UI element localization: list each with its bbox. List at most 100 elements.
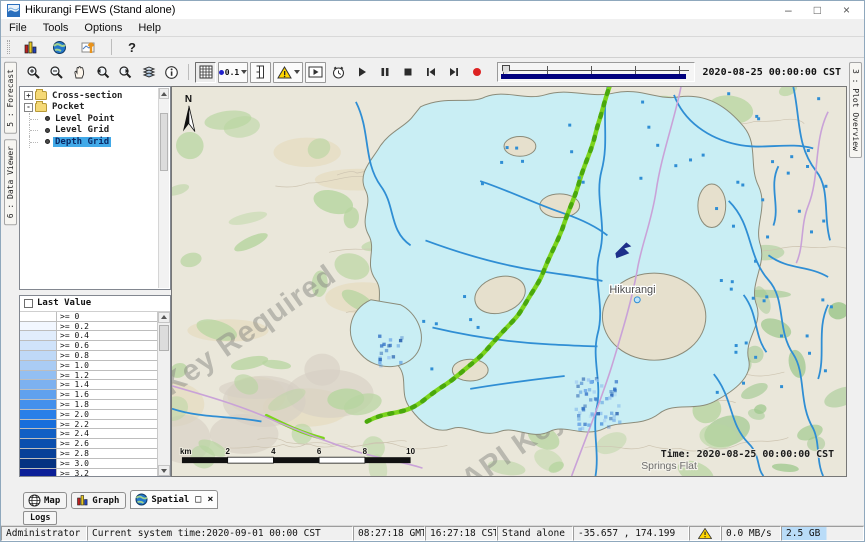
status-gmt-time: 08:27:18 GMT <box>353 526 425 541</box>
tree-item-level-grid[interactable]: Level Grid <box>22 125 170 137</box>
expand-icon[interactable]: + <box>24 91 33 100</box>
zoom-in-button[interactable] <box>23 62 44 83</box>
skip-to-start-button[interactable] <box>420 62 441 83</box>
tab-data-viewer[interactable]: 6 : Data Viewer <box>4 139 17 225</box>
zoom-out-button[interactable] <box>46 62 67 83</box>
last-value-checkbox[interactable] <box>24 299 33 308</box>
legend-row[interactable]: >= 2.2 <box>20 420 157 430</box>
map-canvas[interactable]: API Key Required API Key Required <box>172 87 846 476</box>
legend-color-swatch <box>20 459 56 468</box>
scale-tick-label: 8 <box>363 447 368 456</box>
scale-bar-toggle-button[interactable] <box>250 62 271 83</box>
tab-spatial[interactable]: Spatial □ × <box>130 490 218 509</box>
tree-scrollbar[interactable] <box>158 88 169 288</box>
animation-timer-button[interactable] <box>328 62 349 83</box>
menu-options[interactable]: Options <box>84 22 122 34</box>
tab-map[interactable]: Map <box>23 492 67 509</box>
player-box-icon <box>308 66 323 78</box>
play-button[interactable] <box>351 62 372 83</box>
status-memory[interactable]: 2.5 GB <box>781 526 864 541</box>
left-tab-strip: 5 : Forecast 6 : Data Viewer <box>1 58 19 489</box>
collapse-icon[interactable]: - <box>24 103 33 112</box>
scroll-down-icon[interactable] <box>158 465 170 476</box>
pause-button[interactable] <box>374 62 395 83</box>
animation-player-button[interactable] <box>305 62 326 83</box>
maximize-button[interactable]: □ <box>814 3 821 17</box>
menu-help[interactable]: Help <box>138 22 161 34</box>
bottom-tab-bar: Map Graph Spatial □ × <box>1 489 864 510</box>
scroll-up-icon[interactable] <box>158 312 170 323</box>
tab-graph[interactable]: Graph <box>71 492 126 509</box>
legend-row[interactable]: >= 3.2 <box>20 469 157 476</box>
info-button[interactable] <box>161 62 182 83</box>
legend-scrollbar[interactable] <box>157 312 170 476</box>
main-toolbar: ? <box>1 37 864 58</box>
zoom-previous-button[interactable] <box>92 62 113 83</box>
legend-row[interactable]: >= 3.0 <box>20 459 157 469</box>
menu-file[interactable]: File <box>9 22 27 34</box>
tree-item-label-selected[interactable]: Depth Grid <box>53 137 111 147</box>
minimize-button[interactable]: – <box>785 3 792 17</box>
legend-row[interactable]: >= 0.2 <box>20 322 157 332</box>
tree-item-cross-section[interactable]: + Cross-section <box>22 90 170 102</box>
threshold-dropdown[interactable]: 0.1 <box>218 62 248 83</box>
tree-item-label[interactable]: Level Grid <box>53 125 111 135</box>
scrollbar-thumb[interactable] <box>159 325 169 351</box>
scroll-up-icon[interactable] <box>159 88 169 99</box>
layers-button[interactable] <box>138 62 159 83</box>
legend-row[interactable]: >= 1.0 <box>20 361 157 371</box>
skip-to-end-button[interactable] <box>443 62 464 83</box>
legend-row[interactable]: >= 2.4 <box>20 429 157 439</box>
tree-item-label[interactable]: Pocket <box>50 102 87 112</box>
legend-color-swatch <box>20 322 56 331</box>
time-slider[interactable] <box>497 62 695 82</box>
tree-item-label[interactable]: Cross-section <box>50 91 124 101</box>
database-display-button[interactable] <box>20 37 41 58</box>
legend-color-swatch <box>20 429 56 438</box>
record-button[interactable] <box>466 62 487 83</box>
legend-row-label: >= 0 <box>56 312 157 321</box>
legend-row[interactable]: >= 0.8 <box>20 351 157 361</box>
tree-item-level-point[interactable]: Level Point <box>22 113 170 125</box>
legend-row[interactable]: >= 1.6 <box>20 390 157 400</box>
pan-button[interactable] <box>69 62 90 83</box>
legend-list: >= 0>= 0.2>= 0.4>= 0.6>= 0.8>= 1.0>= 1.2… <box>20 312 157 476</box>
legend-row[interactable]: >= 1.2 <box>20 371 157 381</box>
help-button[interactable]: ? <box>124 40 140 55</box>
legend-row-label: >= 1.0 <box>56 361 157 370</box>
legend-color-swatch <box>20 469 56 476</box>
tab-plot-overview[interactable]: 3 : Plot Overview <box>849 62 862 158</box>
menu-tools[interactable]: Tools <box>43 22 69 34</box>
show-grid-button[interactable] <box>195 62 216 83</box>
legend-row[interactable]: >= 2.0 <box>20 410 157 420</box>
legend-row[interactable]: >= 2.6 <box>20 439 157 449</box>
map-display-button[interactable] <box>49 37 70 58</box>
close-button[interactable]: × <box>843 3 850 17</box>
info-icon <box>164 65 179 80</box>
legend-row[interactable]: >= 0 <box>20 312 157 322</box>
zoom-next-button[interactable] <box>115 62 136 83</box>
status-warning-cell[interactable] <box>689 526 721 541</box>
legend-row[interactable]: >= 2.8 <box>20 449 157 459</box>
tree-item-pocket[interactable]: - Pocket <box>22 102 170 114</box>
warnings-dropdown[interactable] <box>273 62 303 83</box>
tab-spatial-label: Spatial <box>151 495 189 505</box>
timeseries-display-button[interactable] <box>78 37 99 58</box>
flood-extent-layer <box>350 91 762 434</box>
stop-button[interactable] <box>397 62 418 83</box>
tab-maximize-icon[interactable]: □ <box>195 495 201 505</box>
tree-item-depth-grid[interactable]: Depth Grid <box>22 136 170 148</box>
legend-row[interactable]: >= 1.8 <box>20 400 157 410</box>
legend-color-swatch <box>20 380 56 389</box>
tab-close-icon[interactable]: × <box>207 495 213 505</box>
map-view[interactable]: API Key Required API Key Required <box>171 86 847 477</box>
tab-forecast[interactable]: 5 : Forecast <box>4 62 17 134</box>
scrollbar-thumb[interactable] <box>160 113 168 171</box>
legend-row[interactable]: >= 0.6 <box>20 341 157 351</box>
logs-button[interactable]: Logs <box>23 511 57 525</box>
legend-row-label: >= 2.2 <box>56 420 157 429</box>
alarm-clock-icon <box>331 65 346 80</box>
tree-item-label[interactable]: Level Point <box>53 114 117 124</box>
legend-row[interactable]: >= 1.4 <box>20 380 157 390</box>
legend-row[interactable]: >= 0.4 <box>20 331 157 341</box>
